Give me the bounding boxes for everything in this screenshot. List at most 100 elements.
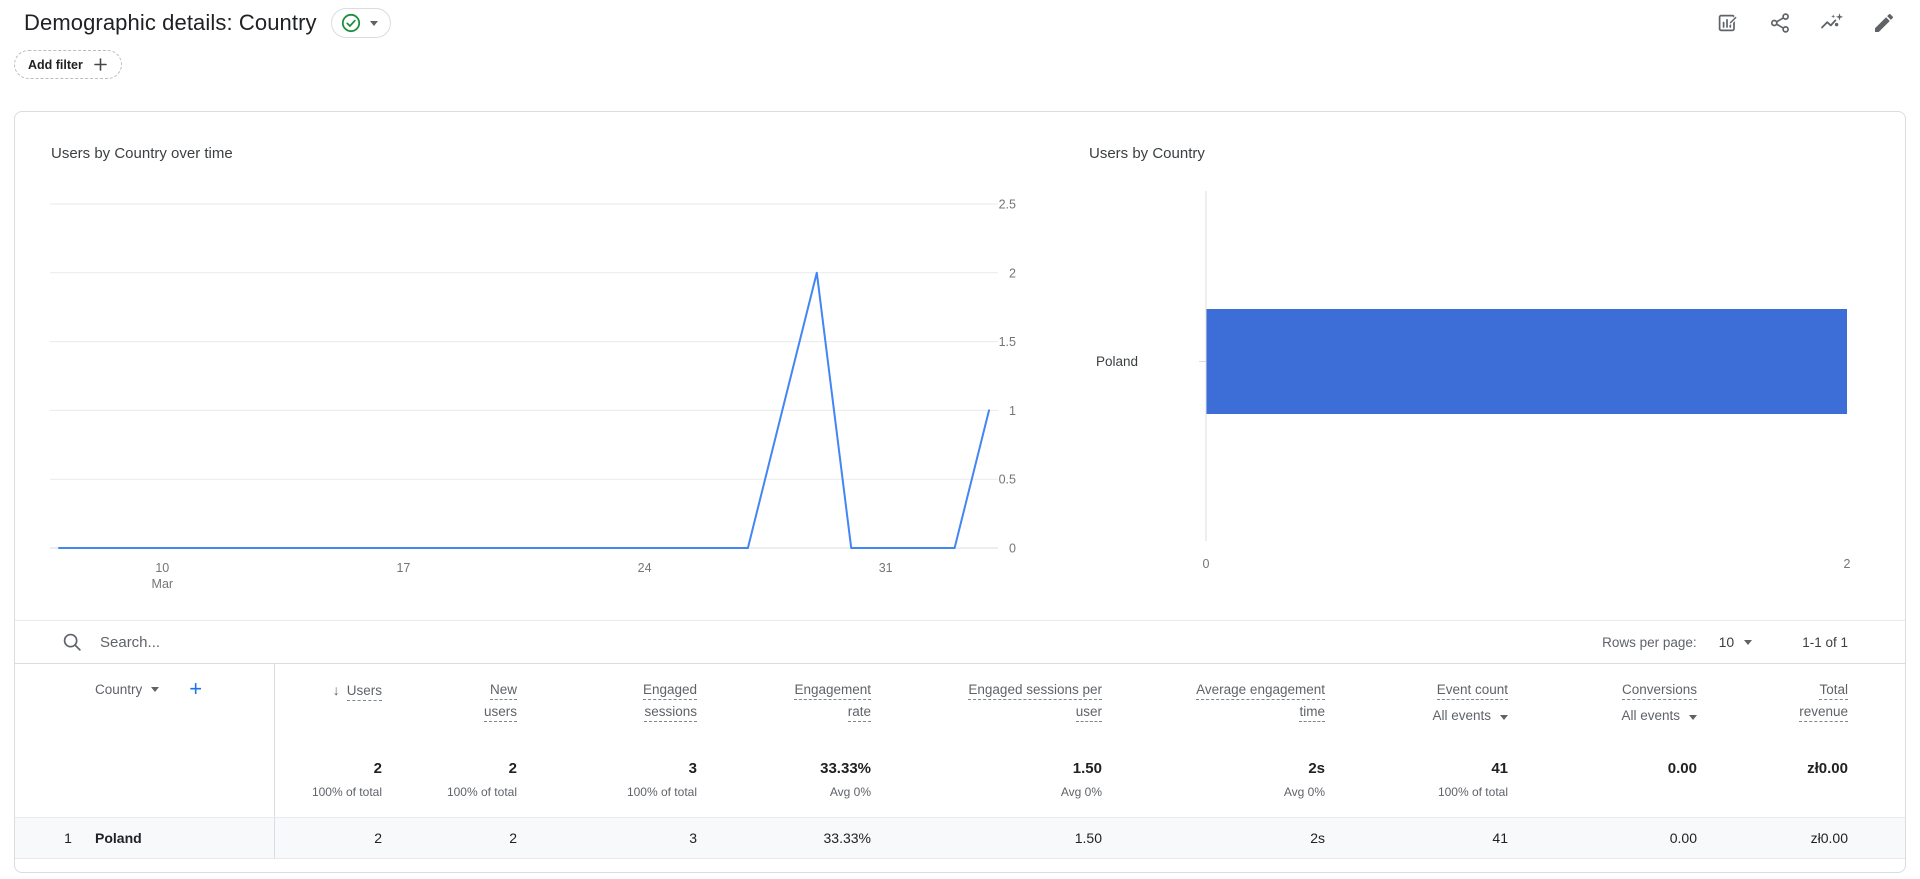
check-circle-icon (341, 13, 360, 33)
column-header-average-engagement-time: Average engagement time (1102, 664, 1325, 748)
column-label-new-users[interactable]: New (489, 682, 517, 700)
edit-report-button[interactable] (1870, 9, 1898, 37)
cell-event-count: 41 (1492, 830, 1508, 846)
table-toolbar: Rows per page: 10 1-1 of 1 (15, 620, 1905, 664)
table-totals-row: 2 100% of total 2 100% of total 3 100% of t… (15, 748, 1905, 817)
event-filter-conversions[interactable]: All events (1508, 708, 1697, 723)
column-label-engaged-sessions[interactable]: sessions (644, 704, 697, 722)
column-header-engaged-sessions-per-user: Engaged sessions per user (871, 664, 1102, 748)
column-header-users: ↓ Users (275, 664, 382, 748)
bar-chart-title: Users by Country (1089, 145, 1205, 162)
svg-text:2: 2 (1009, 266, 1016, 280)
svg-text:17: 17 (396, 561, 410, 575)
svg-text:2: 2 (1844, 557, 1851, 571)
customize-report-button[interactable] (1714, 9, 1742, 37)
table-row: 1 Poland 2 2 3 33.33% 1.50 2s 41 0.00 zł0.00 (15, 817, 1905, 859)
users-over-time-line-chart: 0 0.5 1 1.5 2 2.5 10 Mar 17 24 31 (50, 198, 1016, 591)
dimension-header-country: Country + (41, 664, 275, 748)
column-label-engaged-sessions-per-user[interactable]: Engaged sessions per (968, 682, 1102, 700)
report-status-badge[interactable] (330, 8, 391, 38)
column-label-engaged-sessions[interactable]: Engaged (642, 682, 697, 700)
svg-text:0.5: 0.5 (999, 473, 1016, 487)
svg-text:Mar: Mar (152, 577, 174, 591)
svg-text:1.5: 1.5 (999, 335, 1016, 349)
column-header-event-count: Event count All events (1325, 664, 1508, 748)
totals-new-users: 2 100% of total (446, 760, 517, 799)
svg-text:24: 24 (638, 561, 652, 575)
svg-text:Poland: Poland (1096, 354, 1138, 369)
search-box[interactable] (41, 631, 400, 653)
totals-dimension-cell (41, 748, 275, 817)
users-by-country-chart: Users by Country Poland 0 2 (1079, 144, 1878, 606)
charts-row: Users by Country over time 0 0.5 1 1.5 2 2.5 1… (15, 112, 1905, 606)
svg-text:1: 1 (1009, 404, 1016, 418)
svg-text:31: 31 (879, 561, 893, 575)
pagination-status: 1-1 of 1 (1802, 634, 1848, 650)
search-icon (63, 633, 81, 651)
column-label-average-engagement-time[interactable]: Average engagement (1196, 682, 1325, 700)
report-card: Users by Country over time 0 0.5 1 1.5 2 2.5 1… (14, 111, 1906, 873)
rows-per-page-select[interactable]: 10 (1719, 634, 1735, 650)
column-label-engagement-rate[interactable]: rate (847, 704, 871, 722)
dimension-selector[interactable]: Country (95, 682, 160, 697)
users-over-time-chart: Users by Country over time 0 0.5 1 1.5 2 2.5 1… (42, 144, 1042, 606)
header-actions (1714, 9, 1898, 37)
add-filter-button[interactable]: Add filter (14, 50, 122, 79)
column-label-users[interactable]: Users (346, 683, 382, 701)
cell-engaged-sessions-per-user: 1.50 (1074, 830, 1102, 846)
chevron-down-icon (1500, 715, 1508, 720)
bar-poland (1206, 309, 1847, 414)
cell-new-users: 2 (509, 830, 517, 846)
view-insights-button[interactable] (1818, 9, 1846, 37)
page-title: Demographic details: Country (24, 10, 317, 35)
column-label-total-revenue[interactable]: revenue (1799, 704, 1848, 722)
cell-engagement-rate: 33.33% (823, 830, 871, 846)
row-dimension-value: Poland (95, 818, 275, 858)
svg-text:0: 0 (1203, 557, 1210, 571)
cell-conversions: 0.00 (1669, 830, 1697, 846)
rows-per-page-label: Rows per page: (1602, 634, 1697, 650)
line-chart-title: Users by Country over time (51, 145, 233, 162)
add-secondary-dimension-button[interactable]: + (189, 678, 202, 700)
totals-conversions: 0.00 (1667, 760, 1697, 777)
column-label-average-engagement-time[interactable]: time (1299, 704, 1325, 722)
totals-engaged-sessions: 3 100% of total (626, 760, 697, 799)
chevron-down-icon (1689, 715, 1697, 720)
column-header-conversions: Conversions All events (1508, 664, 1697, 748)
column-header-engagement-rate: Engagement rate (697, 664, 871, 748)
cell-average-engagement-time: 2s (1310, 830, 1325, 846)
totals-average-engagement-time: 2s Avg 0% (1283, 760, 1325, 799)
totals-event-count: 41 100% of total (1437, 760, 1508, 799)
cell-engaged-sessions: 3 (689, 830, 697, 846)
svg-text:0: 0 (1009, 542, 1016, 556)
search-input[interactable] (100, 633, 400, 651)
totals-users: 2 100% of total (311, 760, 382, 799)
sort-descending-icon: ↓ (332, 682, 340, 698)
table-header-row: Country + ↓ Users New users Engaged sessions E… (15, 664, 1905, 748)
event-filter-event-count[interactable]: All events (1325, 708, 1508, 723)
column-header-new-users: New users (382, 664, 517, 748)
column-label-engaged-sessions-per-user[interactable]: user (1075, 704, 1102, 722)
users-by-country-bar-chart: Poland 0 2 (1096, 191, 1851, 571)
row-index: 1 (64, 830, 72, 846)
totals-engaged-sessions-per-user: 1.50 Avg 0% (1060, 760, 1102, 799)
plus-icon (94, 58, 107, 71)
column-header-engaged-sessions: Engaged sessions (517, 664, 697, 748)
column-label-conversions[interactable]: Conversions (1621, 682, 1697, 700)
column-label-event-count[interactable]: Event count (1436, 682, 1508, 700)
rows-per-page-caret-icon[interactable] (1744, 639, 1753, 645)
column-label-total-revenue[interactable]: Total (1819, 682, 1848, 700)
report-header: Demographic details: Country (0, 0, 1920, 38)
column-label-engagement-rate[interactable]: Engagement (794, 682, 871, 700)
cell-users: 2 (374, 830, 382, 846)
svg-text:10: 10 (155, 561, 169, 575)
share-button[interactable] (1766, 9, 1794, 37)
column-label-new-users[interactable]: users (483, 704, 517, 722)
customize-report-icon (1718, 14, 1739, 32)
add-filter-label: Add filter (28, 57, 83, 72)
insights-icon (1821, 13, 1844, 29)
column-header-total-revenue: Total revenue (1697, 664, 1848, 748)
svg-text:2.5: 2.5 (999, 198, 1016, 212)
report-table: Country + ↓ Users New users Engaged sessions E… (15, 664, 1905, 859)
totals-total-revenue: zł0.00 (1807, 760, 1848, 777)
